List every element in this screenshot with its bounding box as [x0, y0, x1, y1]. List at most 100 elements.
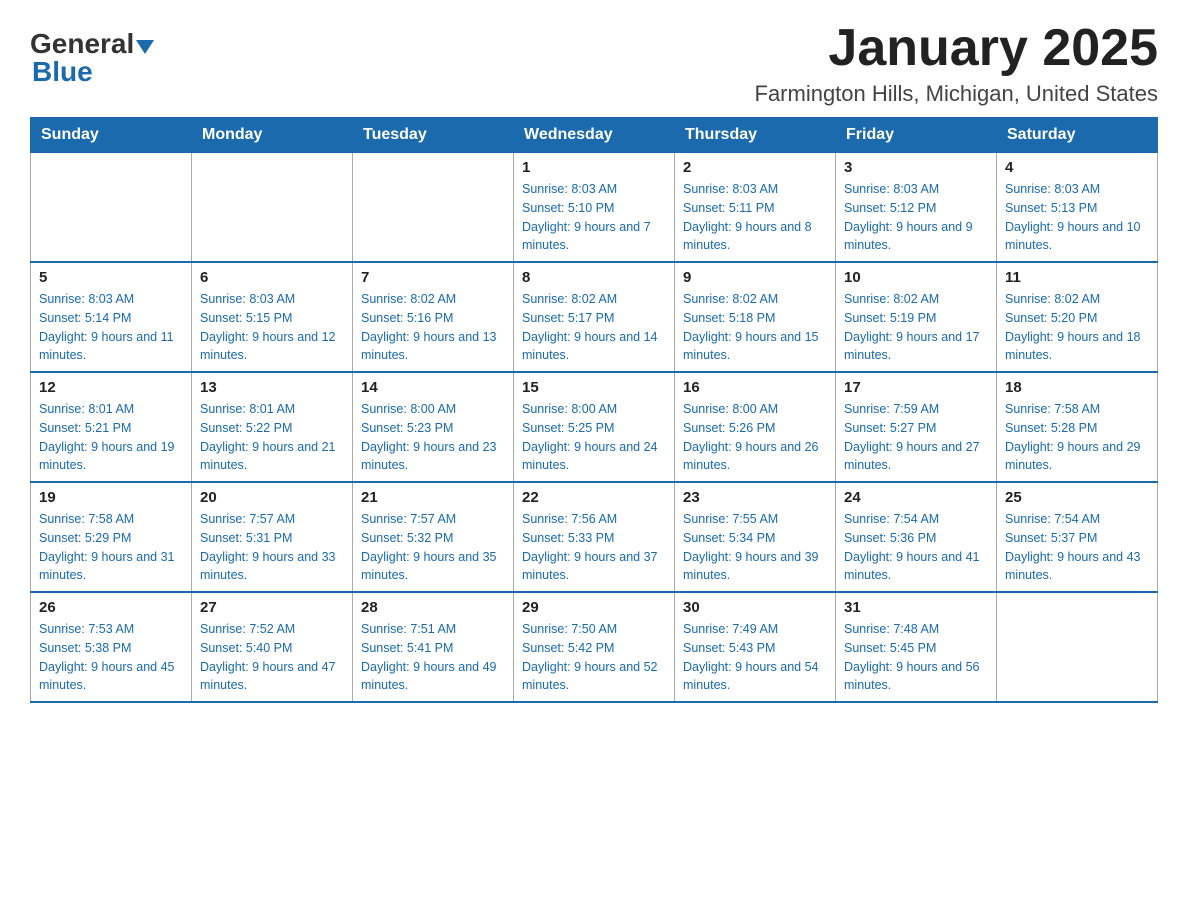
calendar-body: 1 Sunrise: 8:03 AMSunset: 5:10 PMDaylight…	[31, 153, 1158, 703]
day-info: Sunrise: 7:50 AMSunset: 5:42 PMDaylight:…	[522, 620, 666, 695]
day-of-week-header: Saturday	[997, 118, 1158, 153]
day-info: Sunrise: 7:53 AMSunset: 5:38 PMDaylight:…	[39, 620, 183, 695]
day-info: Sunrise: 7:55 AMSunset: 5:34 PMDaylight:…	[683, 510, 827, 585]
day-info: Sunrise: 7:52 AMSunset: 5:40 PMDaylight:…	[200, 620, 344, 695]
day-info: Sunrise: 7:59 AMSunset: 5:27 PMDaylight:…	[844, 400, 988, 475]
day-number: 1	[522, 159, 666, 176]
day-info: Sunrise: 8:03 AMSunset: 5:11 PMDaylight:…	[683, 180, 827, 255]
calendar-day-cell: 1 Sunrise: 8:03 AMSunset: 5:10 PMDaylight…	[514, 153, 675, 263]
day-info: Sunrise: 7:54 AMSunset: 5:37 PMDaylight:…	[1005, 510, 1149, 585]
day-info: Sunrise: 8:02 AMSunset: 5:19 PMDaylight:…	[844, 290, 988, 365]
days-of-week-row: SundayMondayTuesdayWednesdayThursdayFrid…	[31, 118, 1158, 153]
calendar-day-cell: 22 Sunrise: 7:56 AMSunset: 5:33 PMDayligh…	[514, 482, 675, 592]
day-number: 28	[361, 599, 505, 616]
calendar-day-cell: 27 Sunrise: 7:52 AMSunset: 5:40 PMDayligh…	[192, 592, 353, 702]
day-number: 2	[683, 159, 827, 176]
day-number: 22	[522, 489, 666, 506]
day-info: Sunrise: 7:54 AMSunset: 5:36 PMDaylight:…	[844, 510, 988, 585]
day-number: 17	[844, 379, 988, 396]
calendar-day-cell: 24Sunrise: 7:54 AMSunset: 5:36 PMDayligh…	[836, 482, 997, 592]
logo-blue-text: Blue	[32, 56, 93, 88]
day-number: 26	[39, 599, 183, 616]
calendar-day-cell: 17 Sunrise: 7:59 AMSunset: 5:27 PMDayligh…	[836, 372, 997, 482]
calendar-day-cell: 25 Sunrise: 7:54 AMSunset: 5:37 PMDayligh…	[997, 482, 1158, 592]
calendar-day-cell: 21 Sunrise: 7:57 AMSunset: 5:32 PMDayligh…	[353, 482, 514, 592]
calendar-day-cell	[353, 153, 514, 263]
calendar-day-cell: 26 Sunrise: 7:53 AMSunset: 5:38 PMDayligh…	[31, 592, 192, 702]
calendar-day-cell: 29Sunrise: 7:50 AMSunset: 5:42 PMDayligh…	[514, 592, 675, 702]
day-info: Sunrise: 8:03 AMSunset: 5:13 PMDaylight:…	[1005, 180, 1149, 255]
day-number: 18	[1005, 379, 1149, 396]
calendar-week-row: 19Sunrise: 7:58 AMSunset: 5:29 PMDayligh…	[31, 482, 1158, 592]
day-info: Sunrise: 8:00 AMSunset: 5:25 PMDaylight:…	[522, 400, 666, 475]
day-number: 9	[683, 269, 827, 286]
calendar-day-cell: 10Sunrise: 8:02 AMSunset: 5:19 PMDayligh…	[836, 262, 997, 372]
calendar-day-cell: 31 Sunrise: 7:48 AMSunset: 5:45 PMDayligh…	[836, 592, 997, 702]
calendar-day-cell: 9 Sunrise: 8:02 AMSunset: 5:18 PMDaylight…	[675, 262, 836, 372]
day-info: Sunrise: 8:02 AMSunset: 5:16 PMDaylight:…	[361, 290, 505, 365]
day-info: Sunrise: 7:58 AMSunset: 5:29 PMDaylight:…	[39, 510, 183, 585]
day-of-week-header: Thursday	[675, 118, 836, 153]
day-info: Sunrise: 7:57 AMSunset: 5:32 PMDaylight:…	[361, 510, 505, 585]
calendar-day-cell: 11Sunrise: 8:02 AMSunset: 5:20 PMDayligh…	[997, 262, 1158, 372]
day-number: 27	[200, 599, 344, 616]
day-info: Sunrise: 8:03 AMSunset: 5:12 PMDaylight:…	[844, 180, 988, 255]
day-info: Sunrise: 7:58 AMSunset: 5:28 PMDaylight:…	[1005, 400, 1149, 475]
day-number: 25	[1005, 489, 1149, 506]
calendar-day-cell: 12Sunrise: 8:01 AMSunset: 5:21 PMDayligh…	[31, 372, 192, 482]
calendar-header: SundayMondayTuesdayWednesdayThursdayFrid…	[31, 118, 1158, 153]
day-info: Sunrise: 7:56 AMSunset: 5:33 PMDaylight:…	[522, 510, 666, 585]
calendar-title: January 2025	[755, 20, 1159, 77]
day-info: Sunrise: 8:01 AMSunset: 5:22 PMDaylight:…	[200, 400, 344, 475]
day-info: Sunrise: 7:48 AMSunset: 5:45 PMDaylight:…	[844, 620, 988, 695]
day-number: 3	[844, 159, 988, 176]
day-number: 21	[361, 489, 505, 506]
calendar-week-row: 5 Sunrise: 8:03 AMSunset: 5:14 PMDaylight…	[31, 262, 1158, 372]
calendar-day-cell: 16Sunrise: 8:00 AMSunset: 5:26 PMDayligh…	[675, 372, 836, 482]
calendar-day-cell: 23Sunrise: 7:55 AMSunset: 5:34 PMDayligh…	[675, 482, 836, 592]
day-of-week-header: Monday	[192, 118, 353, 153]
logo-triangle-icon	[136, 36, 154, 54]
calendar-week-row: 12Sunrise: 8:01 AMSunset: 5:21 PMDayligh…	[31, 372, 1158, 482]
logo: General Blue	[30, 28, 154, 88]
day-info: Sunrise: 8:03 AMSunset: 5:10 PMDaylight:…	[522, 180, 666, 255]
day-info: Sunrise: 8:03 AMSunset: 5:14 PMDaylight:…	[39, 290, 183, 365]
day-info: Sunrise: 8:02 AMSunset: 5:17 PMDaylight:…	[522, 290, 666, 365]
calendar-day-cell: 30 Sunrise: 7:49 AMSunset: 5:43 PMDayligh…	[675, 592, 836, 702]
day-number: 15	[522, 379, 666, 396]
day-number: 14	[361, 379, 505, 396]
day-number: 16	[683, 379, 827, 396]
calendar-day-cell: 4Sunrise: 8:03 AMSunset: 5:13 PMDaylight…	[997, 153, 1158, 263]
calendar-day-cell: 3 Sunrise: 8:03 AMSunset: 5:12 PMDaylight…	[836, 153, 997, 263]
calendar-day-cell: 18 Sunrise: 7:58 AMSunset: 5:28 PMDayligh…	[997, 372, 1158, 482]
day-of-week-header: Tuesday	[353, 118, 514, 153]
calendar-subtitle: Farmington Hills, Michigan, United State…	[755, 81, 1159, 107]
day-of-week-header: Wednesday	[514, 118, 675, 153]
day-number: 31	[844, 599, 988, 616]
calendar-day-cell: 2 Sunrise: 8:03 AMSunset: 5:11 PMDaylight…	[675, 153, 836, 263]
day-of-week-header: Friday	[836, 118, 997, 153]
day-number: 5	[39, 269, 183, 286]
calendar-day-cell: 5 Sunrise: 8:03 AMSunset: 5:14 PMDaylight…	[31, 262, 192, 372]
day-of-week-header: Sunday	[31, 118, 192, 153]
day-info: Sunrise: 8:02 AMSunset: 5:18 PMDaylight:…	[683, 290, 827, 365]
day-number: 13	[200, 379, 344, 396]
day-number: 7	[361, 269, 505, 286]
calendar-day-cell	[31, 153, 192, 263]
day-info: Sunrise: 7:51 AMSunset: 5:41 PMDaylight:…	[361, 620, 505, 695]
calendar-day-cell: 8Sunrise: 8:02 AMSunset: 5:17 PMDaylight…	[514, 262, 675, 372]
calendar-day-cell: 15 Sunrise: 8:00 AMSunset: 5:25 PMDayligh…	[514, 372, 675, 482]
calendar-week-row: 26 Sunrise: 7:53 AMSunset: 5:38 PMDayligh…	[31, 592, 1158, 702]
calendar-day-cell: 14 Sunrise: 8:00 AMSunset: 5:23 PMDayligh…	[353, 372, 514, 482]
day-number: 30	[683, 599, 827, 616]
calendar-day-cell: 20Sunrise: 7:57 AMSunset: 5:31 PMDayligh…	[192, 482, 353, 592]
calendar-day-cell	[997, 592, 1158, 702]
calendar-day-cell: 28 Sunrise: 7:51 AMSunset: 5:41 PMDayligh…	[353, 592, 514, 702]
calendar-day-cell: 19Sunrise: 7:58 AMSunset: 5:29 PMDayligh…	[31, 482, 192, 592]
day-number: 6	[200, 269, 344, 286]
calendar-day-cell: 6Sunrise: 8:03 AMSunset: 5:15 PMDaylight…	[192, 262, 353, 372]
day-info: Sunrise: 8:00 AMSunset: 5:23 PMDaylight:…	[361, 400, 505, 475]
day-info: Sunrise: 7:49 AMSunset: 5:43 PMDaylight:…	[683, 620, 827, 695]
calendar-day-cell: 7 Sunrise: 8:02 AMSunset: 5:16 PMDaylight…	[353, 262, 514, 372]
day-info: Sunrise: 8:02 AMSunset: 5:20 PMDaylight:…	[1005, 290, 1149, 365]
